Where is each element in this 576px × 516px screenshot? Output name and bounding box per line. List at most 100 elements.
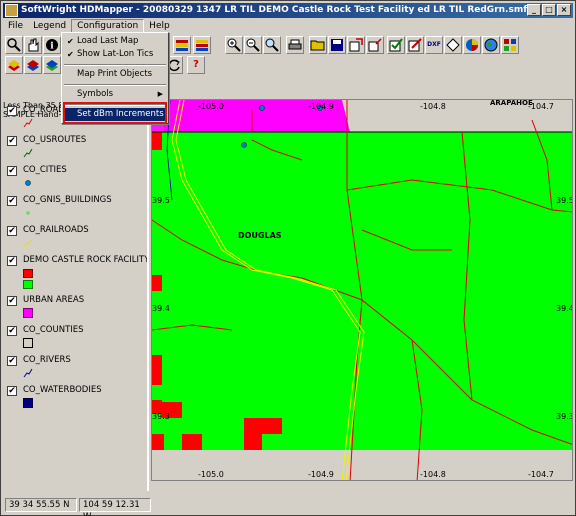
layer-name: CO_COUNTIES: [23, 325, 84, 335]
menu-file[interactable]: File: [3, 19, 28, 33]
map-lat-label-left: 39.3: [152, 412, 170, 421]
layer-checkbox[interactable]: ✔: [7, 356, 17, 366]
map-place-label: DOUGLAS: [238, 231, 282, 240]
layer-name: CO_USROUTES: [23, 135, 87, 145]
river-line-icon: [23, 368, 33, 378]
maximize-button[interactable]: □: [542, 4, 556, 16]
menu-help[interactable]: Help: [144, 19, 175, 33]
status-bar: 39 34 55.55 N 104 59 12.31 W: [3, 497, 573, 516]
open-folder-icon[interactable]: [309, 36, 327, 54]
edit-object-icon[interactable]: [406, 36, 424, 54]
map-lon-label-bottom: -104.8: [420, 470, 446, 479]
map-lon-label-bottom: -104.7: [528, 470, 554, 479]
menu-configuration[interactable]: Configuration: [71, 19, 145, 33]
menu-item-map-print-objects[interactable]: Map Print Objects: [64, 68, 166, 81]
urban-swatch: [23, 308, 33, 318]
map-lon-label-top: -104.8: [420, 102, 446, 111]
map-lon-label-top: -104.9: [308, 102, 334, 111]
waterbody-swatch: [23, 398, 33, 408]
layer-name: CO_RIVERS: [23, 355, 71, 365]
map-lon-label-bottom: -105.0: [198, 470, 224, 479]
menu-item-show-lat-lon-tics[interactable]: ✔ Show Lat-Lon Tics: [64, 48, 166, 61]
menu-item-load-last-map[interactable]: ✔ Load Last Map: [64, 35, 166, 48]
export-icon[interactable]: [347, 36, 365, 54]
status-longitude: 104 59 12.31 W: [79, 498, 151, 516]
menu-separator: [64, 84, 166, 86]
map-lon-label-bottom: -104.9: [308, 470, 334, 479]
road-line-icon: [23, 118, 33, 128]
legend-swatch-red: [23, 269, 33, 278]
save-icon[interactable]: [328, 36, 346, 54]
layer-checkbox[interactable]: ✔: [7, 386, 17, 396]
dxf-button[interactable]: DXF: [425, 36, 443, 54]
legend-swatch-green: [23, 280, 33, 289]
check-icon: ✔: [67, 50, 74, 59]
menu-separator: [64, 64, 166, 66]
layer-checkbox[interactable]: ✔: [7, 106, 17, 116]
layer-name: CO_RAILROADS: [23, 225, 89, 235]
pan-hand-icon[interactable]: [24, 36, 42, 54]
status-latitude: 39 34 55.55 N: [5, 498, 77, 512]
weak-signal-block: [152, 132, 162, 150]
menu-legend[interactable]: Legend: [28, 19, 71, 33]
coverage-area: [152, 132, 572, 450]
city-dot-icon: [25, 180, 31, 186]
layer-stack-blue-icon[interactable]: [24, 56, 42, 74]
map-drawing: [152, 100, 572, 480]
layer-checkbox[interactable]: ✔: [7, 136, 17, 146]
layer-checkbox[interactable]: ✔: [7, 326, 17, 336]
layer-name: CO_CITIES: [23, 165, 67, 175]
layers-icon[interactable]: [173, 36, 191, 54]
grid-icon[interactable]: [501, 36, 519, 54]
layer-checkbox[interactable]: ✔: [7, 256, 17, 266]
close-button[interactable]: ×: [557, 4, 571, 16]
building-dot-icon: [26, 211, 30, 215]
city-marker: [241, 142, 247, 148]
info-icon[interactable]: i: [43, 36, 61, 54]
menu-bar: File Legend Configuration Help: [3, 19, 573, 33]
layer-checkbox[interactable]: ✔: [7, 196, 17, 206]
app-icon: [5, 4, 18, 17]
map-lat-label-right: 39.4: [556, 304, 573, 313]
map-canvas[interactable]: -105.0 -104.9 -104.8 -104.7 ARAPAHOE -10…: [151, 99, 573, 481]
globe-icon[interactable]: [482, 36, 500, 54]
layer-order-icon[interactable]: [193, 36, 211, 54]
diamond-icon[interactable]: [444, 36, 462, 54]
layer-name: CO_WATERBODIES: [23, 385, 102, 395]
app-window: SoftWright HDMapper - 20080329 1347 LR T…: [0, 0, 576, 516]
color-wheel-icon[interactable]: [463, 36, 481, 54]
layer-stack-red-icon[interactable]: [5, 56, 23, 74]
legend-panel: ✔ CO_ROADS ✔ CO_USROUTES ✔ CO_CITIES ✔ C…: [3, 101, 149, 491]
new-window-icon[interactable]: [366, 36, 384, 54]
zoom-out-icon[interactable]: [244, 36, 262, 54]
weak-signal-block: [152, 355, 162, 385]
map-lat-label-left: 39.5: [152, 196, 170, 205]
highlight-box: [63, 102, 167, 124]
window-title: SoftWright HDMapper - 20080329 1347 LR T…: [21, 5, 528, 15]
layer-checkbox[interactable]: ✔: [7, 296, 17, 306]
print-icon[interactable]: [286, 36, 304, 54]
minimize-button[interactable]: _: [527, 4, 541, 16]
help-icon[interactable]: ?: [187, 56, 205, 74]
layer-name: URBAN AREAS: [23, 295, 85, 305]
select-check-icon[interactable]: [387, 36, 405, 54]
layer-checkbox[interactable]: ✔: [7, 226, 17, 236]
zoom-tool-icon[interactable]: [5, 36, 23, 54]
zoom-in-icon[interactable]: [225, 36, 243, 54]
map-lat-label-left: 39.4: [152, 304, 170, 313]
weak-signal-block: [262, 418, 282, 434]
info-glyph: i: [50, 42, 54, 52]
layer-stack-green-icon[interactable]: [43, 56, 61, 74]
usroute-line-icon: [23, 148, 33, 158]
layer-checkbox[interactable]: ✔: [7, 166, 17, 176]
map-lat-label-right: 39.3: [556, 412, 573, 421]
map-lat-label-right: 39.5: [556, 196, 573, 205]
title-bar: SoftWright HDMapper - 20080329 1347 LR T…: [3, 3, 573, 18]
weak-signal-block: [244, 418, 262, 450]
submenu-arrow-icon: ▶: [157, 90, 163, 98]
map-county-label: ARAPAHOE: [490, 99, 533, 107]
city-marker: [259, 105, 265, 111]
map-lon-label-top: -105.0: [198, 102, 224, 111]
menu-item-symbols[interactable]: Symbols ▶: [64, 88, 166, 101]
zoom-extent-icon[interactable]: [263, 36, 281, 54]
